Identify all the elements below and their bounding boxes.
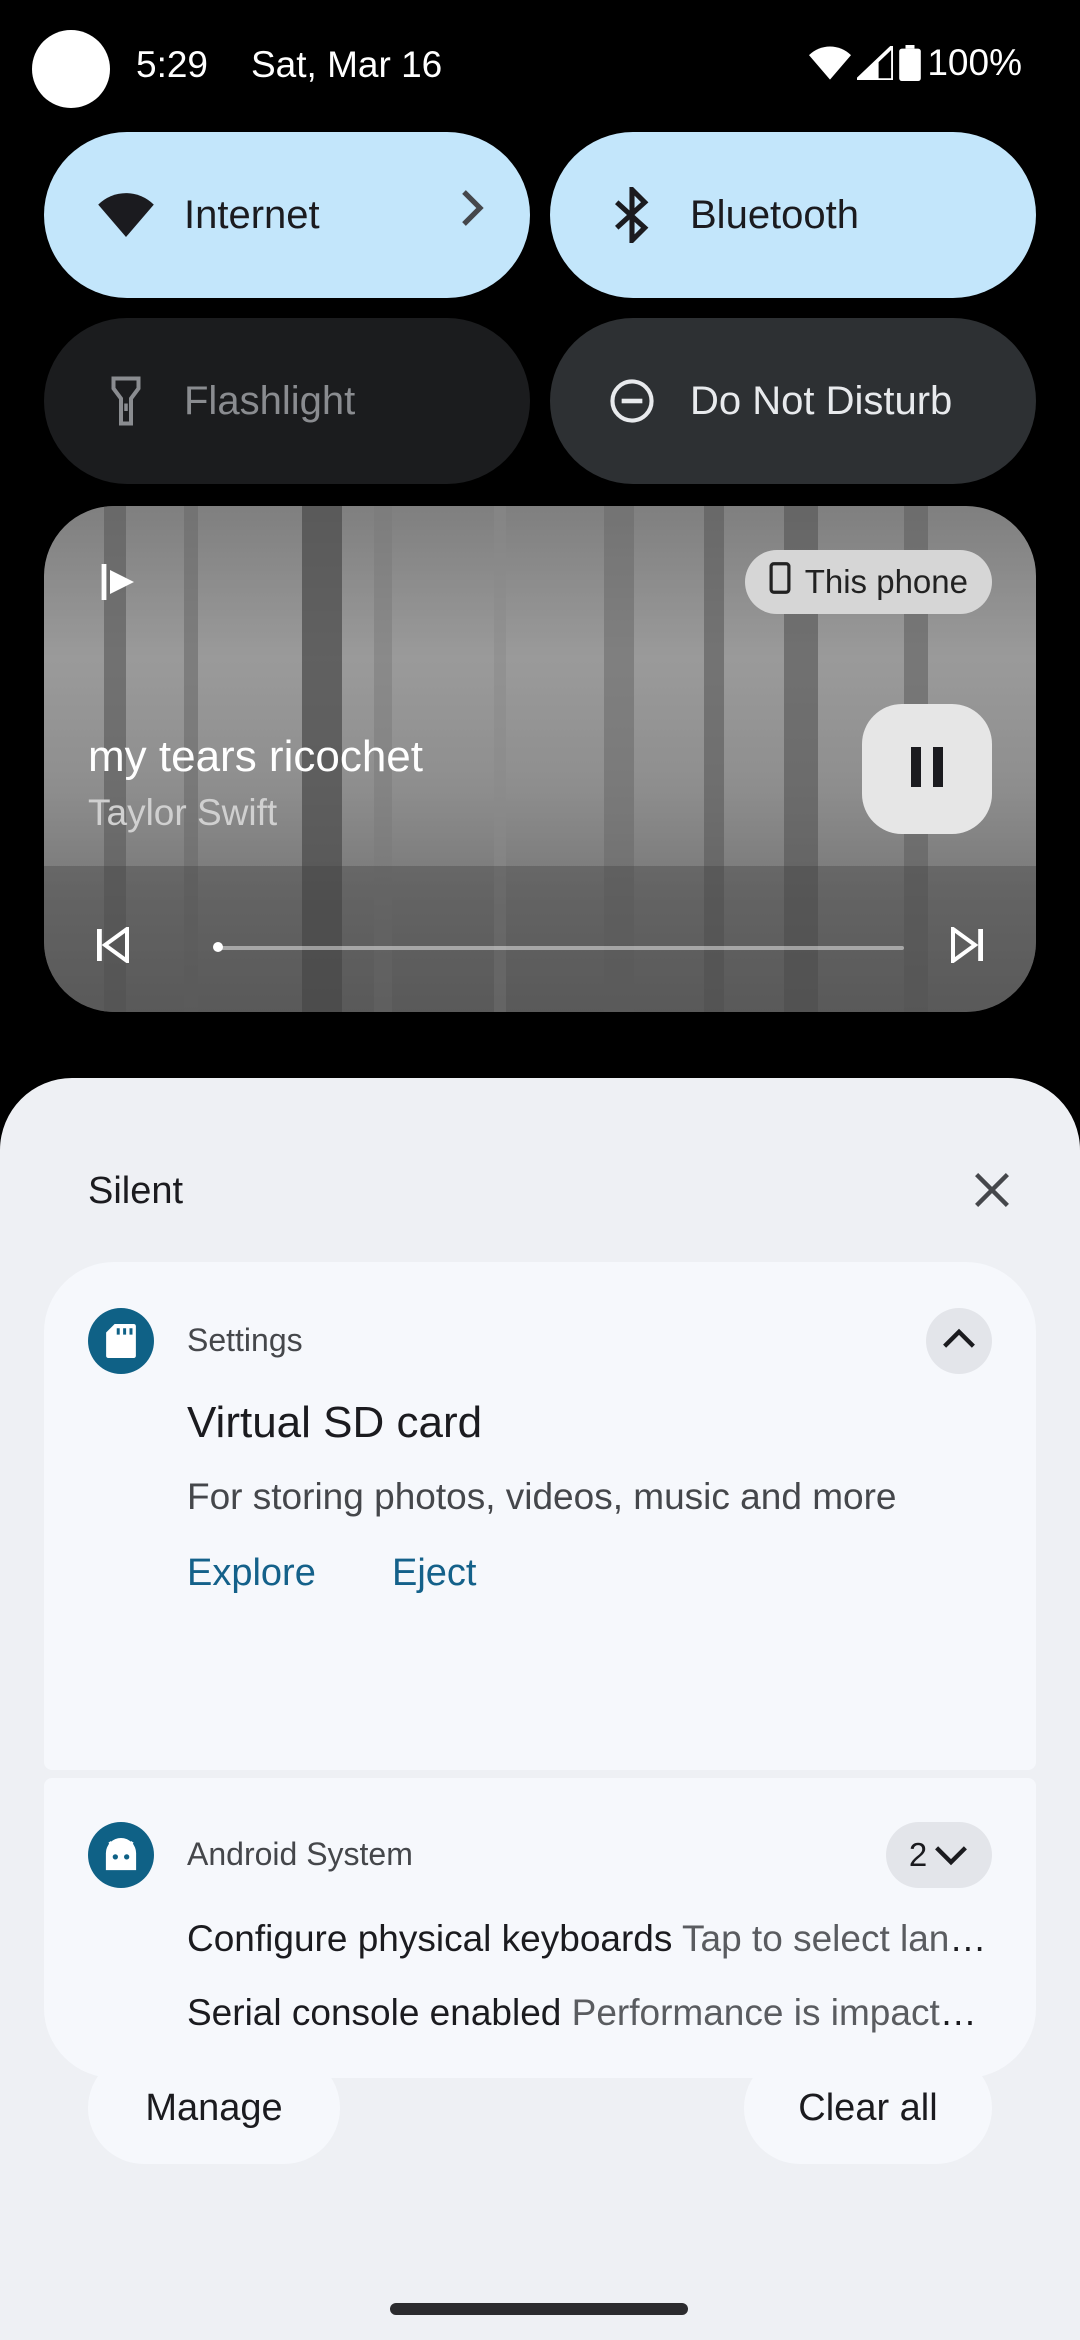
eject-button[interactable]: Eject [392, 1552, 476, 1595]
wifi-icon [96, 185, 156, 245]
battery-percent: 100% [927, 42, 1022, 83]
section-title: Silent [88, 1170, 184, 1212]
chevron-up-icon [941, 1328, 977, 1355]
bluetooth-icon [602, 185, 662, 245]
status-time: 5:29 [136, 44, 209, 85]
pause-button[interactable] [862, 704, 992, 834]
notification-title: Virtual SD card [187, 1398, 483, 1447]
tile-label: Do Not Disturb [690, 378, 953, 423]
chevron-down-icon [933, 1836, 969, 1874]
android-icon [88, 1822, 154, 1888]
status-icons: 100% [809, 42, 1022, 84]
seek-thumb[interactable] [213, 942, 223, 952]
previous-button[interactable] [88, 922, 138, 972]
status-date: Sat, Mar 16 [251, 44, 443, 85]
sd-card-icon [88, 1308, 154, 1374]
seek-bar[interactable] [213, 942, 904, 952]
collapse-button[interactable] [926, 1308, 992, 1374]
artist-name: Taylor Swift [88, 792, 278, 833]
battery-icon [899, 45, 922, 81]
skip-previous-icon [95, 924, 131, 968]
grouped-notification-row[interactable]: Configure physical keyboards Tap to sele… [187, 1918, 987, 1960]
notification-app-name: Settings [187, 1322, 303, 1358]
dnd-icon [602, 371, 662, 431]
close-icon [975, 1173, 1009, 1207]
expand-group-button[interactable]: 2 [886, 1822, 992, 1888]
row-title: Serial console enabled [187, 1992, 562, 2033]
next-button[interactable] [942, 922, 992, 972]
tile-label: Internet [184, 192, 320, 237]
grouped-notification-row[interactable]: Serial console enabled Performance is im… [187, 1992, 987, 2034]
notification-count: 2 [908, 1836, 928, 1873]
media-player[interactable]: This phone my tears ricochet Taylor Swif… [44, 506, 1036, 1012]
row-text: Performance is impacted. To disable, che… [571, 1992, 987, 2033]
tile-do-not-disturb[interactable]: Do Not Disturb [550, 318, 1036, 484]
output-device-chip[interactable]: This phone [744, 550, 992, 614]
manage-button[interactable]: Manage [88, 2052, 340, 2164]
pause-icon [909, 746, 945, 792]
notification-android-system[interactable]: Android System 2 Configure physical keyb… [44, 1778, 1036, 2078]
tile-flashlight[interactable]: Flashlight [44, 318, 530, 484]
notification-body: For storing photos, videos, music and mo… [187, 1476, 897, 1517]
home-gesture-bar[interactable] [390, 2303, 688, 2315]
explore-button[interactable]: Explore [187, 1552, 316, 1595]
output-device-label: This phone [804, 563, 968, 600]
phone-icon [769, 562, 791, 602]
media-app-icon [100, 562, 140, 607]
status-bar: 5:29 Sat, Mar 16 100% [0, 0, 1080, 135]
chevron-right-icon [460, 188, 486, 233]
notification-settings[interactable]: Settings Virtual SD card For storing pho… [44, 1262, 1036, 1770]
clear-all-button[interactable]: Clear all [744, 2052, 992, 2164]
row-text: Tap to select language and layout [682, 1918, 987, 1959]
dismiss-section-button[interactable] [970, 1168, 1014, 1212]
tile-label: Bluetooth [690, 192, 860, 237]
flashlight-icon [96, 371, 156, 431]
row-title: Configure physical keyboards [187, 1918, 673, 1959]
camera-cutout [32, 30, 110, 108]
tile-bluetooth[interactable]: Bluetooth [550, 132, 1036, 298]
notification-app-name: Android System [187, 1836, 413, 1872]
cell-signal-icon [857, 46, 894, 80]
song-title: my tears ricochet [88, 732, 423, 781]
tile-label: Flashlight [184, 378, 356, 423]
notification-shade: Silent Settings Virtual SD card For stor… [0, 1078, 1080, 2340]
skip-next-icon [949, 924, 985, 968]
wifi-icon [809, 46, 852, 80]
tile-internet[interactable]: Internet [44, 132, 530, 298]
